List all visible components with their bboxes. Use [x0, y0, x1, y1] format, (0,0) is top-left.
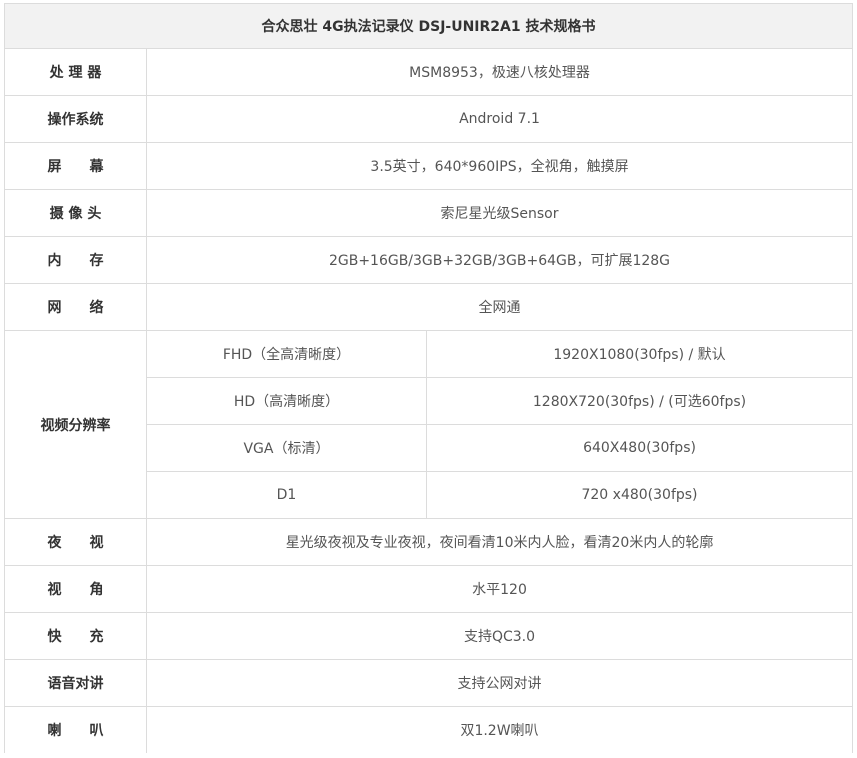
spec-value-screen: 3.5英寸，640*960IPS，全视角，触摸屏 [145, 142, 854, 190]
spec-value-memory: 2GB+16GB/3GB+32GB/3GB+64GB，可扩展128G [145, 236, 854, 284]
table-row: 内 存 2GB+16GB/3GB+32GB/3GB+64GB，可扩展128G [4, 236, 854, 284]
video-mode-name: HD（高清晰度） [146, 377, 427, 425]
spec-value-network: 全网通 [145, 283, 854, 331]
video-mode-value: 1280X720(30fps) / (可选60fps) [425, 377, 854, 425]
spec-label-video-resolution: 视频分辨率 [4, 330, 147, 519]
video-mode-name: D1 [146, 471, 427, 519]
spec-label-network: 网 络 [4, 283, 147, 331]
table-row: 视 角 水平120 [4, 565, 854, 613]
spec-label-night-vision: 夜 视 [4, 518, 147, 566]
table-row: 快 充 支持QC3.0 [4, 612, 854, 660]
table-row: 屏 幕 3.5英寸，640*960IPS，全视角，触摸屏 [4, 142, 854, 190]
spec-table: 合众思壮 4G执法记录仪 DSJ-UNIR2A1 技术规格书 处 理 器 MSM… [3, 3, 854, 753]
spec-label-memory: 内 存 [4, 236, 147, 284]
spec-value-night-vision: 星光级夜视及专业夜视，夜间看清10米内人脸，看清20米内人的轮廓 [145, 518, 854, 566]
table-row: 摄 像 头 索尼星光级Sensor [4, 189, 854, 237]
spec-value-camera: 索尼星光级Sensor [145, 189, 854, 237]
spec-label-fast-charge: 快 充 [4, 612, 147, 660]
table-row: 网 络 全网通 [4, 283, 854, 331]
video-mode-value: 640X480(30fps) [425, 424, 854, 472]
spec-value-fast-charge: 支持QC3.0 [145, 612, 854, 660]
spec-value-view-angle: 水平120 [145, 565, 854, 613]
table-row: 处 理 器 MSM8953，极速八核处理器 [4, 48, 854, 96]
video-mode-value: 1920X1080(30fps) / 默认 [425, 330, 854, 378]
table-row: 操作系统 Android 7.1 [4, 95, 854, 143]
spec-label-intercom: 语音对讲 [4, 659, 147, 707]
table-row: 视频分辨率 FHD（全高清晰度） 1920X1080(30fps) / 默认 [4, 330, 854, 519]
spec-label-speaker: 喇 叭 [4, 706, 147, 753]
table-row: 喇 叭 双1.2W喇叭 [4, 706, 854, 753]
spec-label-screen: 屏 幕 [4, 142, 147, 190]
table-title-row: 合众思壮 4G执法记录仪 DSJ-UNIR2A1 技术规格书 [3, 3, 854, 49]
table-row: 夜 视 星光级夜视及专业夜视，夜间看清10米内人脸，看清20米内人的轮廓 [4, 518, 854, 566]
spec-value-os: Android 7.1 [145, 95, 854, 143]
spec-value-cpu: MSM8953，极速八核处理器 [145, 48, 854, 96]
spec-value-speaker: 双1.2W喇叭 [145, 706, 854, 753]
video-mode-name: VGA（标清） [146, 424, 427, 472]
spec-label-view-angle: 视 角 [4, 565, 147, 613]
table-title: 合众思壮 4G执法记录仪 DSJ-UNIR2A1 技术规格书 [3, 3, 854, 49]
spec-value-intercom: 支持公网对讲 [145, 659, 854, 707]
spec-label-camera: 摄 像 头 [4, 189, 147, 237]
spec-label-cpu: 处 理 器 [4, 48, 147, 96]
video-mode-name: FHD（全高清晰度） [146, 330, 427, 378]
table-row: 语音对讲 支持公网对讲 [4, 659, 854, 707]
video-mode-value: 720 x480(30fps) [425, 471, 854, 519]
spec-label-os: 操作系统 [4, 95, 147, 143]
